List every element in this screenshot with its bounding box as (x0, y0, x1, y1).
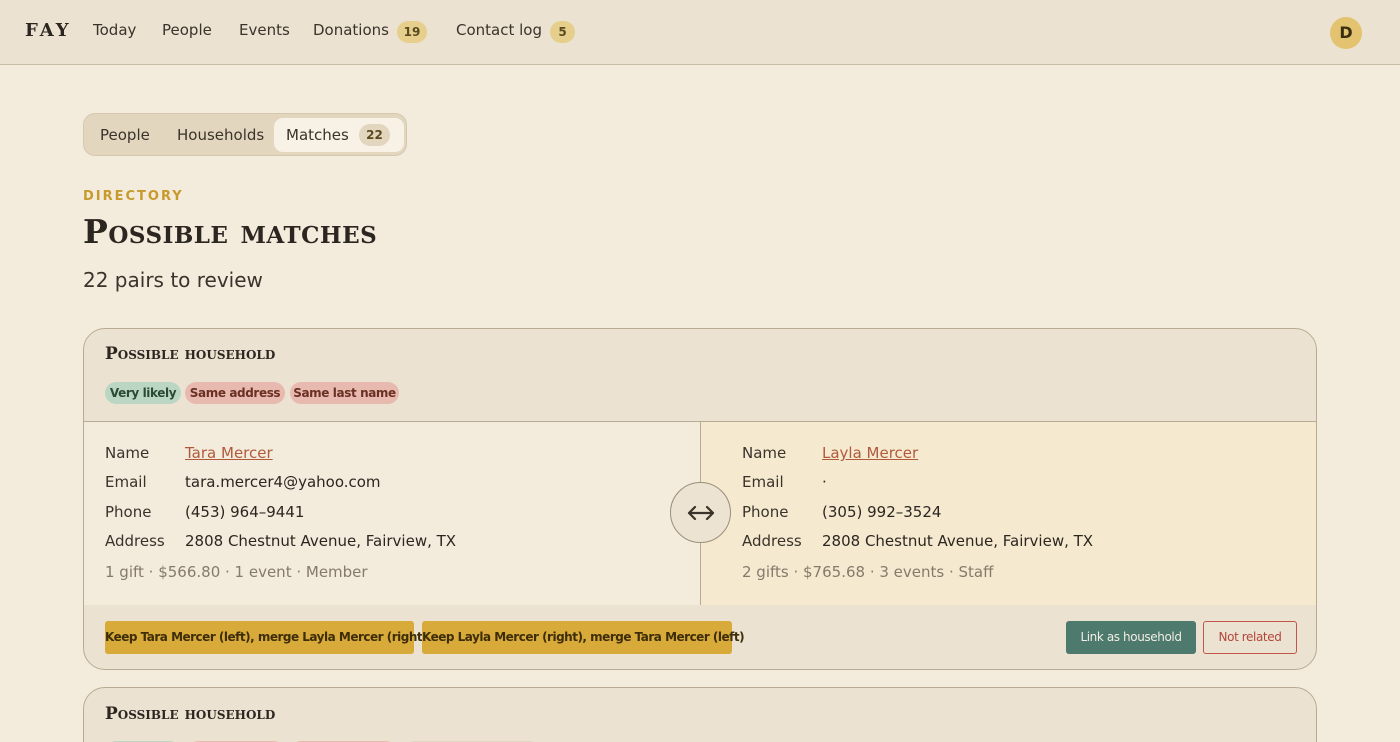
contact-log-count-badge: 5 (550, 21, 575, 43)
left-phone-label: Phone (105, 503, 152, 521)
tag-same-last-name: Same last name (290, 382, 399, 404)
link-as-household-button[interactable]: Link as household (1066, 621, 1196, 654)
nav-item-people[interactable]: People (162, 21, 212, 39)
right-record: Name Layla Mercer Email · Phone (305) 99… (701, 422, 1316, 605)
section-eyebrow: DIRECTORY (83, 189, 184, 204)
match-card: Possible household Very likely Same addr… (83, 328, 1317, 670)
match-card: Possible household (83, 687, 1317, 742)
match-card-title: Possible household (105, 344, 276, 364)
left-name-label: Name (105, 444, 150, 462)
right-name-label: Name (742, 444, 787, 462)
match-actions: Keep Tara Mercer (left), merge Layla Mer… (84, 605, 1316, 669)
page-subtitle: 22 pairs to review (83, 268, 263, 292)
brand-logo[interactable]: FAY (25, 20, 72, 41)
left-name-link[interactable]: Tara Mercer (185, 444, 273, 462)
nav-item-contact-log[interactable]: Contact log (456, 21, 542, 39)
page-title: Possible matches (83, 212, 378, 251)
nav-item-donations[interactable]: Donations (313, 21, 389, 39)
not-related-button[interactable]: Not related (1203, 621, 1297, 654)
user-avatar[interactable]: D (1330, 17, 1362, 49)
right-phone-value: (305) 992–3524 (822, 503, 942, 521)
left-email-value: tara.mercer4@yahoo.com (185, 473, 381, 491)
nav-item-today[interactable]: Today (93, 21, 136, 39)
tag-same-address: Same address (185, 382, 285, 404)
tab-matches[interactable]: Matches (286, 126, 349, 144)
right-summary: 2 gifts · $765.68 · 3 events · Staff (742, 563, 994, 581)
right-address-label: Address (742, 532, 802, 550)
right-email-label: Email (742, 473, 784, 491)
matches-count-badge: 22 (359, 124, 390, 146)
right-name-link[interactable]: Layla Mercer (822, 444, 918, 462)
nav-item-events[interactable]: Events (239, 21, 290, 39)
right-address-value: 2808 Chestnut Avenue, Fairview, TX (822, 532, 1094, 550)
tag-very-likely: Very likely (105, 382, 181, 404)
arrows-left-right-icon (687, 505, 714, 520)
tab-people[interactable]: People (100, 126, 150, 144)
right-phone-label: Phone (742, 503, 789, 521)
match-card-title: Possible household (105, 704, 276, 724)
swap-records-button[interactable] (670, 482, 731, 543)
match-comparison: Name Tara Mercer Email tara.mercer4@yaho… (84, 422, 1316, 605)
keep-right-merge-left-button[interactable]: Keep Layla Mercer (right), merge Tara Me… (422, 621, 745, 654)
left-record: Name Tara Mercer Email tara.mercer4@yaho… (84, 422, 701, 605)
left-address-value: 2808 Chestnut Avenue, Fairview, TX (185, 532, 457, 550)
left-address-label: Address (105, 532, 165, 550)
keep-left-merge-right-button[interactable]: Keep Tara Mercer (left), merge Layla Mer… (105, 621, 428, 654)
donations-count-badge: 19 (397, 21, 427, 43)
left-summary: 1 gift · $566.80 · 1 event · Member (105, 563, 368, 581)
top-nav-bar: FAY Today People Events Donations 19 Con… (0, 0, 1400, 65)
right-email-value: · (822, 473, 827, 491)
left-phone-value: (453) 964–9441 (185, 503, 305, 521)
directory-tabs: People Households Matches 22 (83, 113, 407, 156)
match-card-header: Possible household Very likely Same addr… (84, 329, 1316, 422)
left-email-label: Email (105, 473, 147, 491)
tab-households[interactable]: Households (177, 126, 264, 144)
